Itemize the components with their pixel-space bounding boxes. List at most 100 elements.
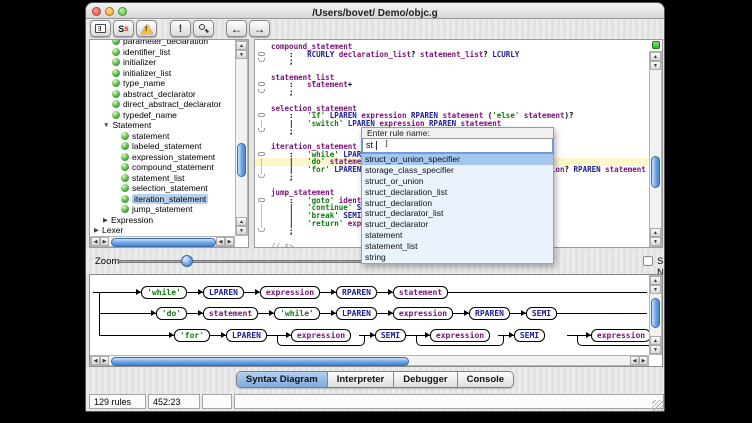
show-nfa-checkbox[interactable] [643, 256, 653, 266]
popup-item-struct_declarator[interactable]: struct_declarator [362, 219, 553, 230]
syntax-coloring-button[interactable]: Ss [113, 20, 134, 37]
zoom-button[interactable] [118, 7, 127, 16]
diagram-node-'for'[interactable]: 'for' [174, 329, 210, 342]
scroll-down-icon[interactable]: ▼ [236, 50, 247, 59]
scroll-left-icon[interactable]: ◀ [91, 237, 100, 246]
rule-name-input[interactable]: st I [361, 139, 554, 154]
title-bar[interactable]: /Users/bovet/ Demo/objc.g [86, 3, 664, 19]
diagram-node-SEMI[interactable]: SEMI [526, 307, 557, 320]
sidebar-item-iteration_statement[interactable]: iteration_statement [90, 194, 235, 205]
ideas-button[interactable]: ! [170, 20, 191, 37]
find-button[interactable] [193, 20, 214, 37]
sidebar-item-parameter_declaration[interactable]: parameter_declaration [90, 39, 235, 47]
diagram-node-RPAREN[interactable]: RPAREN [336, 286, 377, 299]
popup-item-struct_declaration[interactable]: struct_declaration [362, 198, 553, 209]
diagram-hscroll-thumb[interactable] [111, 357, 409, 366]
scroll-left-icon[interactable]: ◀ [630, 356, 639, 365]
tab-console[interactable]: Console [458, 372, 513, 387]
editor-line[interactable]: ; [255, 58, 649, 66]
sidebar-item-type_name[interactable]: type_name [90, 78, 235, 89]
sidebar-item-identifier_list[interactable]: identifier_list [90, 47, 235, 58]
sidebar-item-initializer_list[interactable]: initializer_list [90, 68, 235, 79]
diagram-node-LPAREN[interactable]: LPAREN [226, 329, 267, 342]
diagram-node-expression[interactable]: expression [591, 329, 649, 342]
sidebar-item-selection_statement[interactable]: selection_statement [90, 183, 235, 194]
scroll-down-icon[interactable]: ▼ [650, 285, 661, 294]
diagram-node-'do'[interactable]: 'do' [156, 307, 187, 320]
scroll-up-icon[interactable]: ▲ [650, 228, 661, 237]
editor-vscroll[interactable]: ▲ ▼ ▲ ▼ [649, 51, 662, 247]
sidebar-item-Statement[interactable]: ▼Statement [90, 120, 235, 131]
scroll-left-icon[interactable]: ◀ [216, 237, 225, 246]
diagram-vscroll[interactable]: ▲ ▼ ▲ ▼ [649, 275, 662, 355]
sidebar-hscroll-thumb[interactable] [111, 238, 216, 247]
close-button[interactable] [92, 7, 101, 16]
popup-item-storage_class_specifier[interactable]: storage_class_specifier [362, 165, 553, 176]
scroll-down-icon[interactable]: ▼ [650, 345, 661, 354]
diagram-node-expression[interactable]: expression [393, 307, 453, 320]
forward-button[interactable]: → [249, 20, 270, 37]
popup-item-statement[interactable]: statement [362, 230, 553, 241]
scroll-up-icon[interactable]: ▲ [236, 41, 247, 50]
diagram-node-SEMI[interactable]: SEMI [375, 329, 406, 342]
back-button[interactable]: ← [226, 20, 247, 37]
diagram-node-statement[interactable]: statement [393, 286, 448, 299]
diagram-node-statement[interactable]: statement [203, 307, 258, 320]
sidebar-item-typedef_name[interactable]: typedef_name [90, 110, 235, 121]
scroll-down-icon[interactable]: ▼ [650, 61, 661, 70]
scroll-right-icon[interactable]: ▶ [100, 356, 109, 365]
scroll-up-icon[interactable]: ▲ [236, 217, 247, 226]
popup-item-struct_or_union[interactable]: struct_or_union [362, 176, 553, 187]
sidebar-item-initializer[interactable]: initializer [90, 57, 235, 68]
editor-line[interactable]: : statement+ [255, 81, 649, 89]
tab-syntax-diagram[interactable]: Syntax Diagram [237, 372, 328, 387]
resize-grip[interactable] [652, 400, 663, 411]
diagram-node-'while'[interactable]: 'while' [141, 286, 187, 299]
sidebar-item-jump_statement[interactable]: jump_statement [90, 204, 235, 215]
sidebar-item-direct_abstract_declarator[interactable]: direct_abstract_declarator [90, 99, 235, 110]
popup-item-string[interactable]: string [362, 252, 553, 263]
editor-line[interactable]: ; [255, 89, 649, 97]
expand-triangle-icon[interactable]: ▶ [94, 226, 99, 234]
rules-list-button[interactable] [90, 20, 111, 37]
scroll-right-icon[interactable]: ▶ [639, 356, 648, 365]
diagram-node-SEMI[interactable]: SEMI [514, 329, 545, 342]
popup-item-struct_declaration_list[interactable]: struct_declaration_list [362, 187, 553, 198]
zoom-slider-thumb[interactable] [181, 255, 193, 267]
scroll-down-icon[interactable]: ▼ [650, 237, 661, 246]
sidebar-item-compound_statement[interactable]: compound_statement [90, 162, 235, 173]
scroll-right-icon[interactable]: ▶ [100, 237, 109, 246]
diagram-node-RPAREN[interactable]: RPAREN [469, 307, 510, 320]
diagram-vscroll-thumb[interactable] [651, 298, 660, 328]
sidebar-item-statement_list[interactable]: statement_list [90, 173, 235, 184]
sidebar-item-abstract_declarator[interactable]: abstract_declarator [90, 89, 235, 100]
rules-tree[interactable]: parameter_declarationidentifier_listinit… [90, 39, 235, 236]
sidebar-item-statement[interactable]: statement [90, 131, 235, 142]
diagram-node-expression[interactable]: expression [260, 286, 320, 299]
scroll-right-icon[interactable]: ▶ [225, 237, 234, 246]
scroll-up-icon[interactable]: ▲ [650, 276, 661, 285]
sidebar-vscroll[interactable]: ▲ ▼ ▲ ▼ [235, 40, 248, 236]
sidebar-item-expression_statement[interactable]: expression_statement [90, 152, 235, 163]
minimize-button[interactable] [105, 7, 114, 16]
popup-item-struct_declarator_list[interactable]: struct_declarator_list [362, 208, 553, 219]
scroll-down-icon[interactable]: ▼ [236, 226, 247, 235]
diagram-hscroll[interactable]: ◀ ▶ ◀ ▶ [90, 355, 649, 366]
diagram-node-expression[interactable]: expression [430, 329, 490, 342]
diagram-node-LPAREN[interactable]: LPAREN [336, 307, 377, 320]
sidebar-item-labeled_statement[interactable]: labeled_statement [90, 141, 235, 152]
sidebar-item-Expression[interactable]: ▶Expression [90, 215, 235, 226]
sidebar-hscroll[interactable]: ◀ ▶ ◀ ▶ [90, 236, 235, 247]
sidebar-item-Lexer[interactable]: ▶Lexer [90, 225, 235, 236]
expand-triangle-icon[interactable]: ▶ [103, 216, 108, 224]
popup-item-statement_list[interactable]: statement_list [362, 241, 553, 252]
diagram-node-'while'[interactable]: 'while' [274, 307, 320, 320]
diagram-node-LPAREN[interactable]: LPAREN [203, 286, 244, 299]
sidebar-vscroll-thumb[interactable] [237, 143, 246, 177]
rule-suggestion-list[interactable]: struct_or_union_specifierstorage_class_s… [361, 154, 554, 264]
tab-debugger[interactable]: Debugger [394, 372, 457, 387]
scroll-left-icon[interactable]: ◀ [91, 356, 100, 365]
collapse-triangle-icon[interactable]: ▼ [103, 122, 109, 129]
editor-line[interactable]: : RCURLY declaration_list? statement_lis… [255, 51, 649, 59]
scroll-up-icon[interactable]: ▲ [650, 52, 661, 61]
